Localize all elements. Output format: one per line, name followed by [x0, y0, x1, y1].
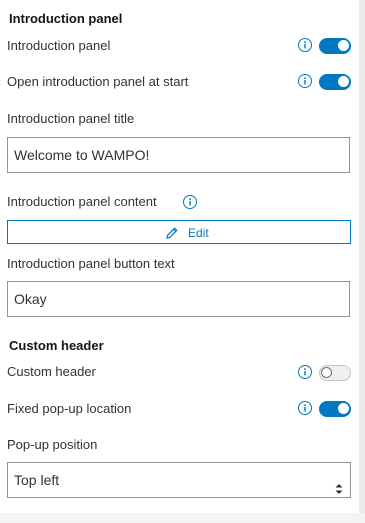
toggle-knob [321, 367, 332, 378]
edit-button-label: Edit [188, 226, 209, 240]
popup-position-value: Top left [14, 472, 60, 488]
open-intro-toggle-label: Open introduction panel at start [7, 74, 189, 89]
toggle-knob [338, 76, 349, 87]
intro-panel-toggle[interactable] [319, 38, 351, 54]
info-icon[interactable] [298, 365, 312, 379]
intro-content-label: Introduction panel content [7, 194, 157, 209]
settings-panel: Introduction panel Introduction panel Op… [0, 0, 359, 513]
intro-section-heading: Introduction panel [9, 11, 123, 26]
intro-title-label: Introduction panel title [7, 111, 135, 126]
fixed-popup-toggle[interactable] [319, 401, 351, 417]
toggle-knob [338, 403, 349, 414]
up-down-caret-icon [334, 474, 344, 508]
pencil-icon [165, 226, 179, 243]
intro-title-input[interactable]: Welcome to WAMPO! [7, 137, 350, 173]
info-icon[interactable] [298, 401, 312, 415]
info-icon[interactable] [298, 38, 312, 52]
fixed-popup-toggle-label: Fixed pop-up location [7, 401, 132, 416]
popup-position-label: Pop-up position [7, 437, 98, 452]
custom-header-toggle[interactable] [319, 365, 351, 381]
open-intro-toggle[interactable] [319, 74, 351, 90]
intro-panel-toggle-label: Introduction panel [7, 38, 111, 53]
panel-bottom-edge [0, 513, 365, 523]
toggle-knob [338, 40, 349, 51]
header-section-heading: Custom header [9, 338, 104, 353]
intro-button-text-input[interactable]: Okay [7, 281, 350, 317]
info-icon[interactable] [183, 195, 197, 209]
custom-header-toggle-label: Custom header [7, 364, 96, 379]
intro-button-text-label: Introduction panel button text [7, 256, 175, 271]
panel-scroll-edge [359, 0, 365, 523]
info-icon[interactable] [298, 74, 312, 88]
edit-content-button[interactable]: Edit [7, 220, 351, 244]
popup-position-select[interactable]: Top left [7, 462, 351, 498]
